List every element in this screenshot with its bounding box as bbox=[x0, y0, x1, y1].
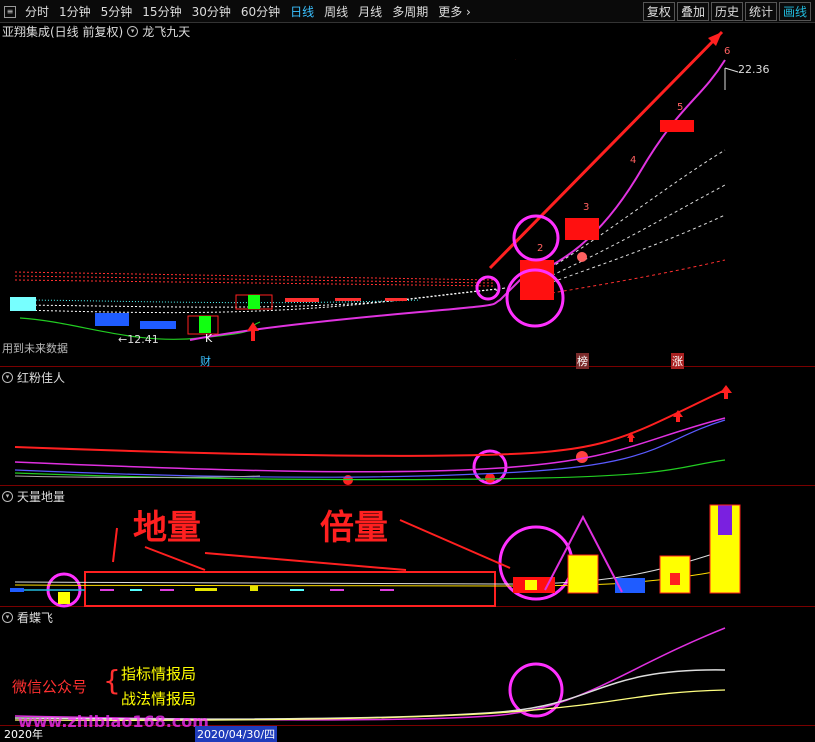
candle bbox=[335, 298, 361, 301]
candle bbox=[248, 295, 260, 309]
date-label: 2020/04/30/四 bbox=[195, 726, 278, 742]
volume-bar bbox=[568, 555, 598, 593]
k-label: K bbox=[205, 332, 213, 345]
tag-cai[interactable]: 财 bbox=[200, 353, 211, 369]
buy-arrow-icons bbox=[247, 322, 732, 442]
tag-bang[interactable]: 榜 bbox=[576, 353, 589, 369]
candle bbox=[10, 297, 36, 311]
chart-canvas[interactable]: . bbox=[0, 0, 815, 738]
ma-band-lines bbox=[14, 271, 496, 287]
low-price-label: ←12.41 bbox=[118, 333, 159, 346]
marker-dot-icon bbox=[577, 252, 587, 262]
low-price-value: 12.41 bbox=[127, 333, 159, 346]
candle bbox=[199, 316, 211, 333]
annotation-beiliang: 倍量 bbox=[320, 508, 388, 548]
svg-text:.: . bbox=[515, 57, 516, 61]
year-label: 2020年 bbox=[4, 728, 43, 741]
brace-icon: { bbox=[103, 664, 121, 697]
candle bbox=[660, 120, 694, 132]
marker-dot-icon bbox=[485, 473, 495, 483]
fan-lines bbox=[529, 149, 726, 291]
trend-arrow-line bbox=[488, 30, 724, 270]
wave-number: 5 bbox=[677, 102, 684, 113]
wechat-label: 微信公众号 bbox=[12, 678, 88, 696]
account-2: 战法情报局 bbox=[121, 690, 197, 708]
wave-number: 3 bbox=[583, 202, 590, 213]
panel2-lines bbox=[14, 389, 726, 481]
tag-zhang[interactable]: 涨 bbox=[671, 353, 684, 369]
high-price-label: 22.36 bbox=[738, 63, 770, 76]
watermark: www.zhibiao168.com bbox=[18, 712, 209, 731]
candle bbox=[95, 313, 129, 326]
candle bbox=[385, 298, 407, 301]
candles bbox=[10, 120, 694, 335]
future-data-note: 用到未来数据 bbox=[2, 342, 68, 355]
wave-number: 4 bbox=[630, 155, 637, 166]
candle bbox=[140, 321, 176, 329]
small-arrow-icon bbox=[724, 67, 739, 90]
magenta-trend-curve bbox=[189, 59, 726, 341]
wave-number: 2 bbox=[537, 243, 544, 254]
annotation-diliang: 地量 bbox=[133, 508, 201, 548]
candle bbox=[520, 260, 554, 300]
wave-number: 6 bbox=[724, 46, 731, 57]
red-fan-line bbox=[539, 259, 726, 296]
candle bbox=[565, 218, 599, 240]
account-1: 指标情报局 bbox=[121, 665, 197, 683]
candle bbox=[285, 298, 319, 302]
